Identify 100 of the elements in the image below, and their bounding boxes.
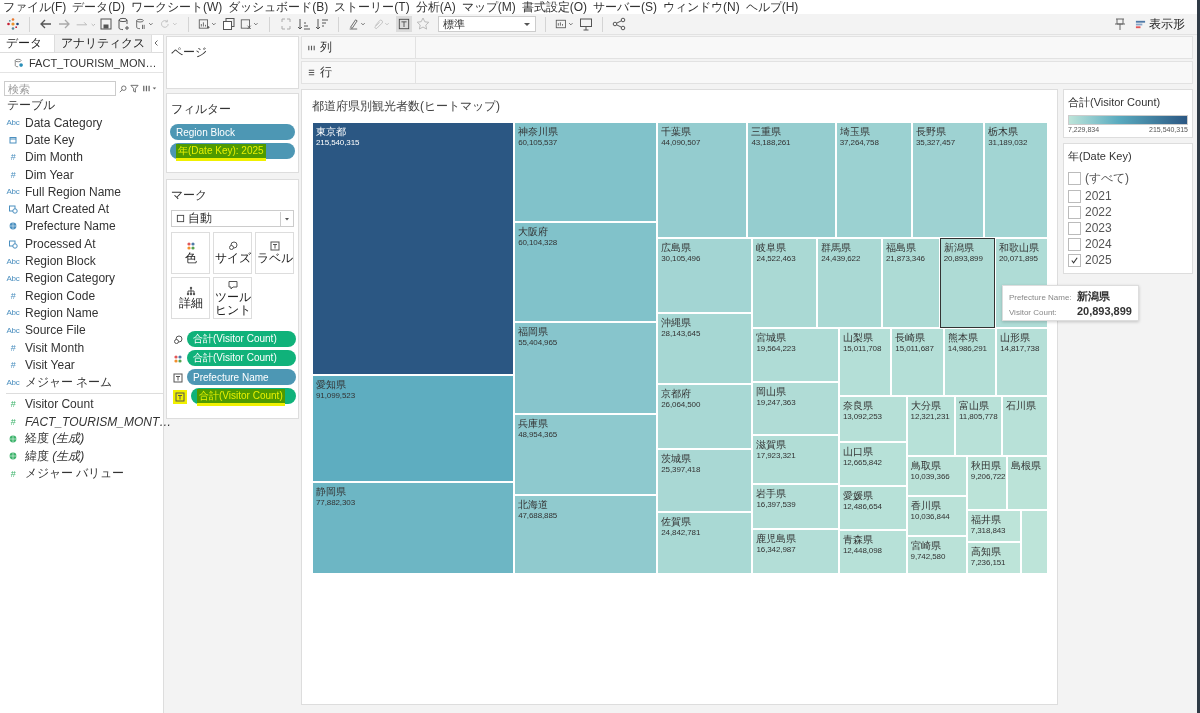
columns-shelf[interactable]: 列 xyxy=(301,36,1193,59)
treemap-tile[interactable]: 大分県 12,321,231 xyxy=(906,396,956,457)
treemap-tile[interactable]: 新潟県 20,893,899 xyxy=(939,238,995,329)
treemap-tile[interactable]: 兵庫県 48,954,365 xyxy=(514,413,658,495)
presentation-icon[interactable] xyxy=(579,17,593,31)
treemap-tile[interactable]: 宮崎県 9,742,580 xyxy=(906,535,967,574)
checkbox[interactable] xyxy=(1068,172,1081,185)
treemap-tile[interactable]: 熊本県 14,986,291 xyxy=(943,328,997,396)
treemap-tile[interactable]: 栃木県 31,189,032 xyxy=(984,122,1048,239)
field-name[interactable]: Data Category xyxy=(25,115,103,130)
marks-button[interactable]: ツールヒント xyxy=(213,277,252,319)
marks-button[interactable]: サイズ xyxy=(213,232,252,274)
field-name[interactable]: Source File xyxy=(25,323,86,338)
treemap-tile[interactable]: 奈良県 13,092,253 xyxy=(838,396,907,442)
field-name[interactable]: 緯度 (生成) xyxy=(25,447,85,465)
treemap-tile[interactable]: 鹿児島県 16,342,987 xyxy=(752,529,839,574)
menu-item[interactable]: ワークシート(W) xyxy=(131,0,223,14)
rows-shelf[interactable]: 行 xyxy=(301,61,1193,84)
add-datasource-icon[interactable] xyxy=(117,17,131,31)
menu-item[interactable]: 書式設定(O) xyxy=(521,0,587,14)
marks-button[interactable]: 色 xyxy=(171,232,210,274)
treemap-tile[interactable]: 石川県 xyxy=(1001,396,1048,457)
show-me-button[interactable]: 表示形 xyxy=(1131,15,1191,33)
treemap-tile[interactable]: 高知県 7,236,151 xyxy=(966,542,1021,574)
field-name[interactable]: Processed At xyxy=(25,236,96,251)
treemap-tile[interactable]: 宮城県 19,564,223 xyxy=(752,328,839,382)
treemap-tile[interactable] xyxy=(1021,510,1048,574)
field-name[interactable]: Region Name xyxy=(25,305,99,320)
field-name[interactable]: Visit Month xyxy=(25,340,85,355)
clear-sheet-icon[interactable] xyxy=(240,17,260,31)
menu-item[interactable]: ウィンドウ(N) xyxy=(663,0,740,14)
collapse-icon[interactable] xyxy=(152,39,160,47)
checkbox[interactable] xyxy=(1068,221,1081,235)
field-name[interactable]: Region Block xyxy=(25,254,96,268)
field-name[interactable]: Region Code xyxy=(25,288,96,303)
marks-button[interactable]: ラベル xyxy=(255,232,294,274)
treemap-tile[interactable]: 富山県 11,805,778 xyxy=(955,396,1002,457)
logo-icon[interactable] xyxy=(6,17,20,31)
filter-icon[interactable] xyxy=(130,84,139,93)
mark-type-dropdown[interactable]: 自動 xyxy=(171,210,294,227)
new-sheet-icon[interactable] xyxy=(198,17,218,31)
pane-tab[interactable]: アナリティクス xyxy=(55,35,152,52)
menu-item[interactable]: データ(D) xyxy=(72,0,125,14)
sort-descending-icon[interactable] xyxy=(315,17,329,31)
treemap-tile[interactable]: 長崎県 15,011,687 xyxy=(891,328,944,396)
treemap-tile[interactable]: 福岡県 55,404,965 xyxy=(514,321,658,414)
field-name[interactable]: Dim Year xyxy=(25,167,74,182)
marks-button[interactable]: 詳細 xyxy=(171,277,210,319)
treemap-tile[interactable]: 島根県 xyxy=(1007,456,1048,511)
treemap-tile[interactable]: 福井県 7,318,843 xyxy=(966,510,1021,543)
checkbox[interactable] xyxy=(1068,205,1081,219)
treemap-tile[interactable]: 秋田県 9,206,722 xyxy=(966,456,1008,511)
treemap-tile[interactable]: 大阪府 60,104,328 xyxy=(514,221,658,322)
treemap-tile[interactable]: 山形県 14,817,738 xyxy=(996,328,1048,396)
field-name[interactable]: Visit Year xyxy=(25,357,75,372)
show-labels-icon[interactable] xyxy=(396,16,412,32)
treemap-tile[interactable]: 京都府 26,064,500 xyxy=(657,383,753,449)
menu-item[interactable]: ダッシュボード(B) xyxy=(228,0,329,14)
checkbox-label[interactable]: 2023 xyxy=(1085,221,1112,235)
checkbox-label[interactable]: 2021 xyxy=(1085,189,1112,203)
view-options-icon[interactable] xyxy=(142,84,158,93)
duplicate-icon[interactable] xyxy=(222,17,236,31)
treemap-tile[interactable]: 岩手県 16,397,539 xyxy=(752,484,839,530)
checkbox-label[interactable]: 2024 xyxy=(1085,237,1112,251)
treemap-tile[interactable]: 滋賀県 17,923,321 xyxy=(752,434,839,484)
share-icon[interactable] xyxy=(612,17,626,31)
field-name[interactable]: Visitor Count xyxy=(25,397,94,412)
treemap-tile[interactable]: 茨城県 25,397,418 xyxy=(657,448,753,512)
field-name[interactable]: Region Category xyxy=(25,271,116,286)
treemap-tile[interactable]: 岡山県 19,247,363 xyxy=(752,381,839,435)
treemap-tile[interactable]: 長野県 35,327,457 xyxy=(911,122,985,239)
data-source-name[interactable]: FACT_TOURISM_MON… xyxy=(29,56,157,69)
field-name[interactable]: Date Key xyxy=(25,132,75,147)
menu-item[interactable]: ヘルプ(H) xyxy=(745,0,799,14)
checkbox-label[interactable]: 2022 xyxy=(1085,205,1112,219)
treemap-tile[interactable]: 神奈川県 60,105,537 xyxy=(514,122,658,222)
treemap-tile[interactable]: 沖縄県 28,143,645 xyxy=(657,313,753,384)
pushpin-icon[interactable] xyxy=(1113,17,1127,31)
treemap-tile[interactable]: 千葉県 44,090,507 xyxy=(657,122,748,239)
treemap-tile[interactable]: 鳥取県 10,039,366 xyxy=(906,456,967,496)
card-view-icon[interactable] xyxy=(555,17,575,31)
field-name[interactable]: FACT_TOURISM_MONT… xyxy=(25,414,172,429)
search-field[interactable]: 検索 xyxy=(4,81,116,96)
treemap-tile[interactable]: 静岡県 77,882,303 xyxy=(312,482,515,574)
treemap-tile[interactable]: 東京都 215,540,315 xyxy=(312,122,515,376)
treemap-tile[interactable]: 愛知県 91,099,523 xyxy=(312,375,515,483)
checkbox-label[interactable]: (すべて) xyxy=(1085,170,1129,187)
treemap-tile[interactable]: 北海道 47,688,885 xyxy=(514,494,658,574)
save-icon[interactable] xyxy=(99,17,113,31)
treemap-tile[interactable]: 山梨県 15,011,708 xyxy=(838,328,892,396)
back-icon[interactable] xyxy=(39,17,53,31)
menu-item[interactable]: ファイル(F) xyxy=(3,0,67,14)
menu-item[interactable]: マップ(M) xyxy=(461,0,516,14)
checkbox[interactable] xyxy=(1068,189,1081,203)
checkbox[interactable] xyxy=(1068,253,1081,267)
checkbox[interactable] xyxy=(1068,237,1081,251)
treemap-tile[interactable]: 岐阜県 24,522,463 xyxy=(752,238,818,329)
treemap-tile[interactable]: 愛媛県 12,486,654 xyxy=(838,486,907,531)
field-name[interactable]: Prefecture Name xyxy=(25,219,116,234)
pause-datasource-icon[interactable] xyxy=(135,17,155,31)
